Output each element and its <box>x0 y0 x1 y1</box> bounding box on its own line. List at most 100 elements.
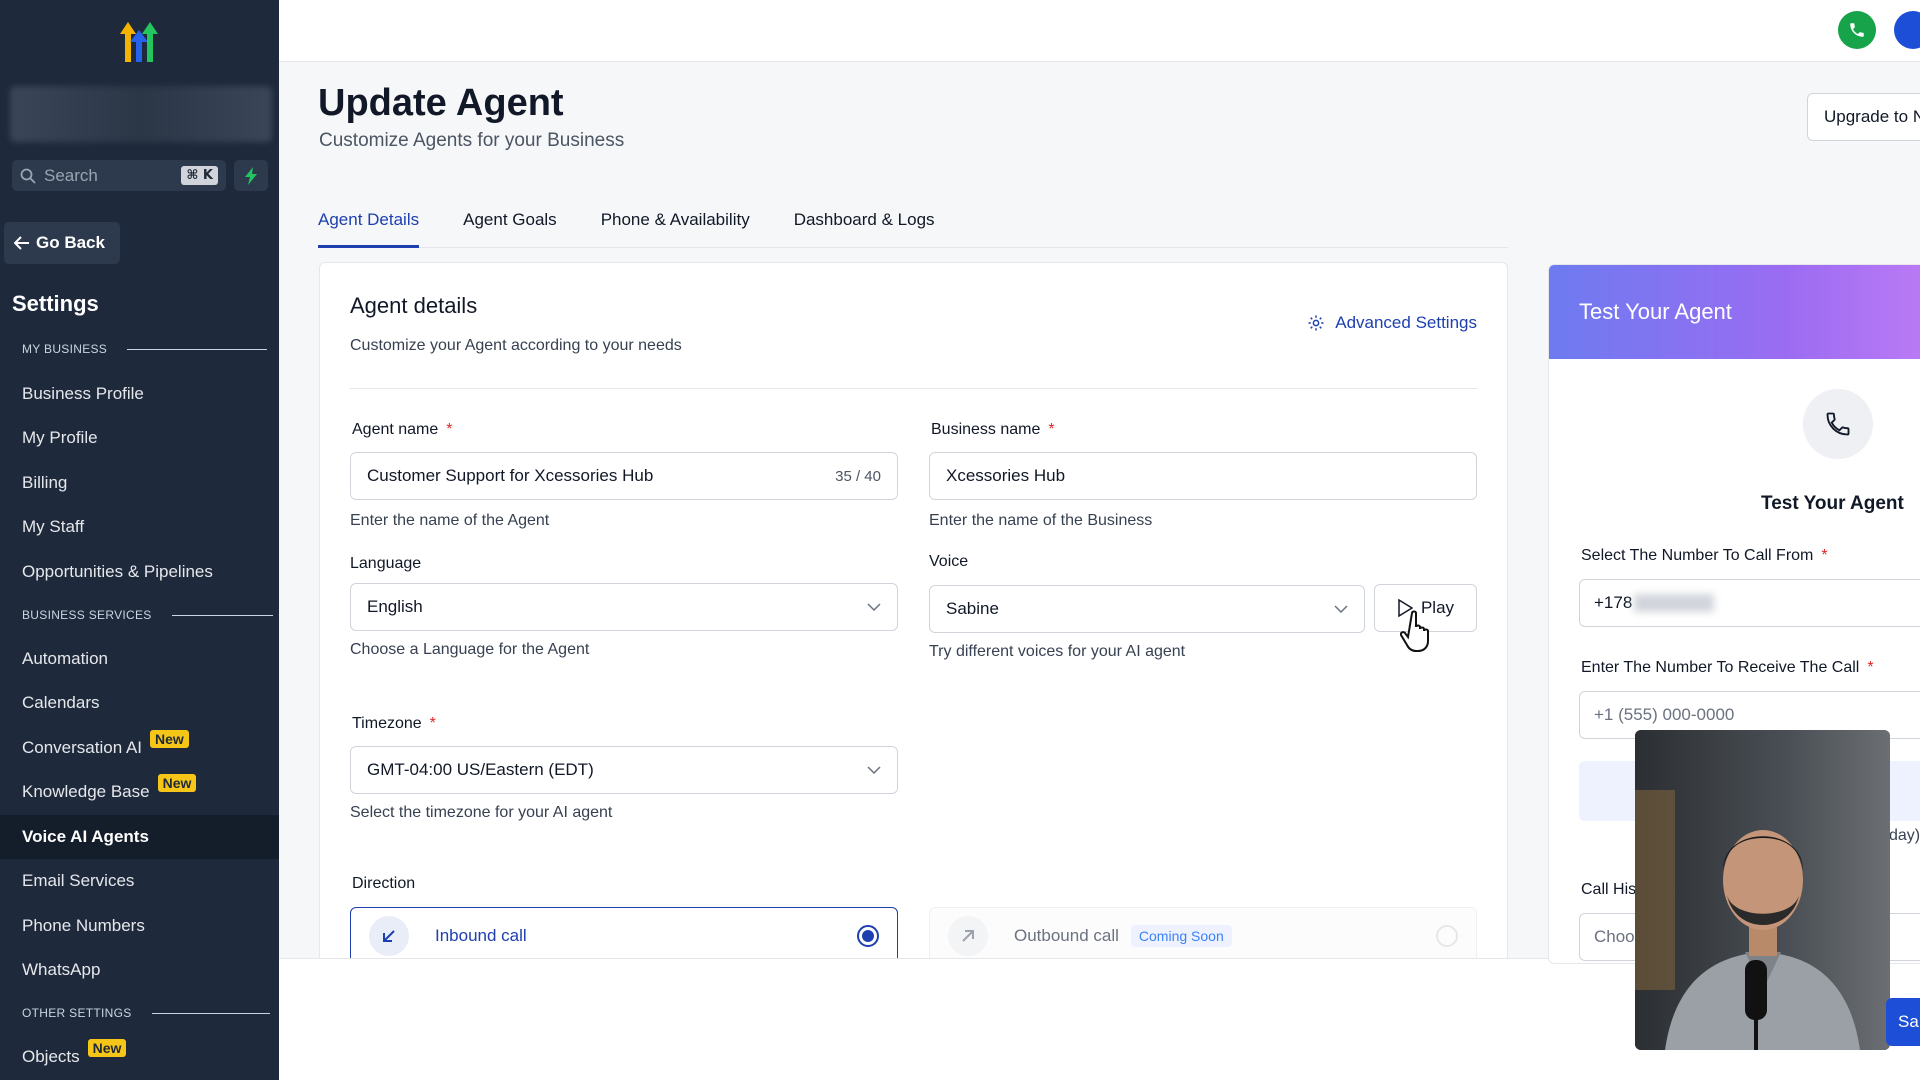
upgrade-button[interactable]: Upgrade to N <box>1807 93 1920 141</box>
arrow-down-left-icon <box>369 916 409 956</box>
top-call-button[interactable] <box>1838 11 1876 49</box>
coming-soon-badge: Coming Soon <box>1130 925 1232 947</box>
label-text: Select The Number To Call From <box>1581 547 1814 564</box>
business-name-helper: Enter the name of the Business <box>929 512 1153 529</box>
search-icon <box>20 168 36 184</box>
page-title: Update Agent <box>318 82 564 124</box>
lightning-bolt-icon <box>245 166 257 185</box>
chevron-down-icon <box>867 766 881 774</box>
sidebar-item-calendars[interactable]: Calendars <box>0 681 279 725</box>
call-from-select[interactable]: +178 <box>1579 579 1920 627</box>
sidebar-item-label: Knowledge Base <box>22 782 150 801</box>
sidebar-item-label: My Staff <box>22 517 85 536</box>
required-mark: * <box>1048 421 1055 438</box>
phone-icon <box>1850 23 1864 37</box>
voice-label: Voice <box>929 553 969 570</box>
timezone-value: GMT-04:00 US/Eastern (EDT) <box>367 760 594 779</box>
section-my-business: MY BUSINESS <box>22 342 268 356</box>
brand-logo-icon[interactable] <box>112 16 166 70</box>
advanced-settings-link[interactable]: Advanced Settings <box>1307 313 1477 333</box>
sidebar-item-label: Email Services <box>22 871 135 890</box>
required-mark: * <box>1821 547 1828 564</box>
sidebar-item-objects[interactable]: Objects New <box>0 1035 279 1079</box>
language-value: English <box>367 597 423 616</box>
business-name-value: Xcessories Hub <box>946 466 1066 485</box>
test-panel-header-label: Test Your Agent <box>1579 299 1732 324</box>
sidebar-item-business-profile[interactable]: Business Profile <box>0 372 279 416</box>
redacted-number <box>1634 594 1715 612</box>
character-counter: 35 / 40 <box>835 467 881 485</box>
save-button[interactable]: Sa <box>1886 998 1920 1046</box>
radio-dot <box>862 930 874 942</box>
outbound-call-label: Outbound call <box>1014 926 1119 945</box>
sidebar-item-conversation-ai[interactable]: Conversation AI New <box>0 726 279 770</box>
tab-bar: Agent Details Agent Goals Phone & Availa… <box>318 200 1508 248</box>
new-badge: New <box>87 1039 127 1057</box>
language-label: Language <box>350 555 422 572</box>
search-shortcut-badge: ⌘ K <box>181 166 218 185</box>
label-text: Timezone <box>352 715 422 732</box>
advanced-settings-label: Advanced Settings <box>1335 313 1477 332</box>
sidebar-item-knowledge-base[interactable]: Knowledge Base New <box>0 770 279 814</box>
inbound-call-option[interactable]: Inbound call <box>350 907 898 961</box>
section-business-services: BUSINESS SERVICES <box>22 608 273 622</box>
test-panel-header: Test Your Agent <box>1549 265 1920 359</box>
section-label: BUSINESS SERVICES <box>22 608 152 622</box>
go-back-button[interactable]: Go Back <box>4 222 120 264</box>
test-panel-title: Test Your Agent <box>1761 493 1904 514</box>
agent-name-label: Agent name * <box>352 421 453 439</box>
timezone-select[interactable]: GMT-04:00 US/Eastern (EDT) <box>350 746 898 794</box>
quick-action-button[interactable] <box>234 160 268 191</box>
chevron-down-icon <box>1334 605 1348 613</box>
agent-name-input[interactable]: Customer Support for Xcessories Hub 35 /… <box>350 452 898 500</box>
top-action-button[interactable] <box>1894 11 1920 49</box>
direction-label: Direction <box>352 875 416 892</box>
sidebar-item-whatsapp[interactable]: WhatsApp <box>0 948 279 992</box>
sidebar-item-label: Calendars <box>22 693 100 712</box>
account-switcher[interactable] <box>10 86 272 142</box>
sidebar-item-my-profile[interactable]: My Profile <box>0 416 279 460</box>
sidebar-item-email-services[interactable]: Email Services <box>0 859 279 903</box>
sidebar-item-billing[interactable]: Billing <box>0 461 279 505</box>
tab-dashboard-logs[interactable]: Dashboard & Logs <box>794 200 935 248</box>
sidebar-item-my-staff[interactable]: My Staff <box>0 505 279 549</box>
page-subtitle: Customize Agents for your Business <box>319 130 625 151</box>
sidebar-item-label: My Profile <box>22 428 98 447</box>
language-select[interactable]: English <box>350 583 898 631</box>
sidebar-item-automation[interactable]: Automation <box>0 637 279 681</box>
top-bar <box>279 0 1920 62</box>
call-agent-button[interactable] <box>1803 389 1873 459</box>
agent-name-helper: Enter the name of the Agent <box>350 512 550 529</box>
inbound-radio[interactable] <box>857 925 879 947</box>
receive-call-label: Enter The Number To Receive The Call * <box>1581 659 1874 677</box>
new-badge: New <box>157 774 197 792</box>
sidebar-item-label: Billing <box>22 473 68 492</box>
outbound-call-option: Outbound call Coming Soon <box>929 907 1477 961</box>
sidebar-item-opportunities[interactable]: Opportunities & Pipelines <box>0 550 279 594</box>
settings-title: Settings <box>12 291 99 316</box>
business-name-label: Business name * <box>931 421 1055 439</box>
voice-select[interactable]: Sabine <box>929 585 1365 633</box>
section-other-settings: OTHER SETTINGS <box>22 1006 270 1020</box>
sidebar-item-label: Voice AI Agents <box>22 827 149 846</box>
sidebar-item-voice-ai-agents[interactable]: Voice AI Agents <box>0 815 279 859</box>
sidebar-item-label: Phone Numbers <box>22 916 145 935</box>
card-title: Agent details <box>350 293 478 318</box>
label-text: Business name <box>931 421 1041 438</box>
inbound-call-label: Inbound call <box>435 926 527 945</box>
sidebar-search[interactable]: Search ⌘ K <box>12 160 226 191</box>
arrow-up-right-icon <box>948 916 988 956</box>
business-name-input[interactable]: Xcessories Hub <box>929 452 1477 500</box>
outbound-radio <box>1436 925 1458 947</box>
label-text: Agent name <box>352 421 439 438</box>
tab-agent-goals[interactable]: Agent Goals <box>463 200 557 248</box>
sidebar-item-label: Business Profile <box>22 384 144 403</box>
tab-agent-details[interactable]: Agent Details <box>318 200 420 248</box>
sidebar-item-label: Opportunities & Pipelines <box>22 562 213 581</box>
tab-phone-availability[interactable]: Phone & Availability <box>601 200 750 248</box>
sidebar: Search ⌘ K Go Back Settings MY BUSINESS … <box>0 0 279 1080</box>
go-back-label: Go Back <box>36 233 105 252</box>
sidebar-item-phone-numbers[interactable]: Phone Numbers <box>0 904 279 948</box>
agent-name-value: Customer Support for Xcessories Hub <box>367 466 654 485</box>
call-history-placeholder: Choo <box>1594 927 1635 946</box>
